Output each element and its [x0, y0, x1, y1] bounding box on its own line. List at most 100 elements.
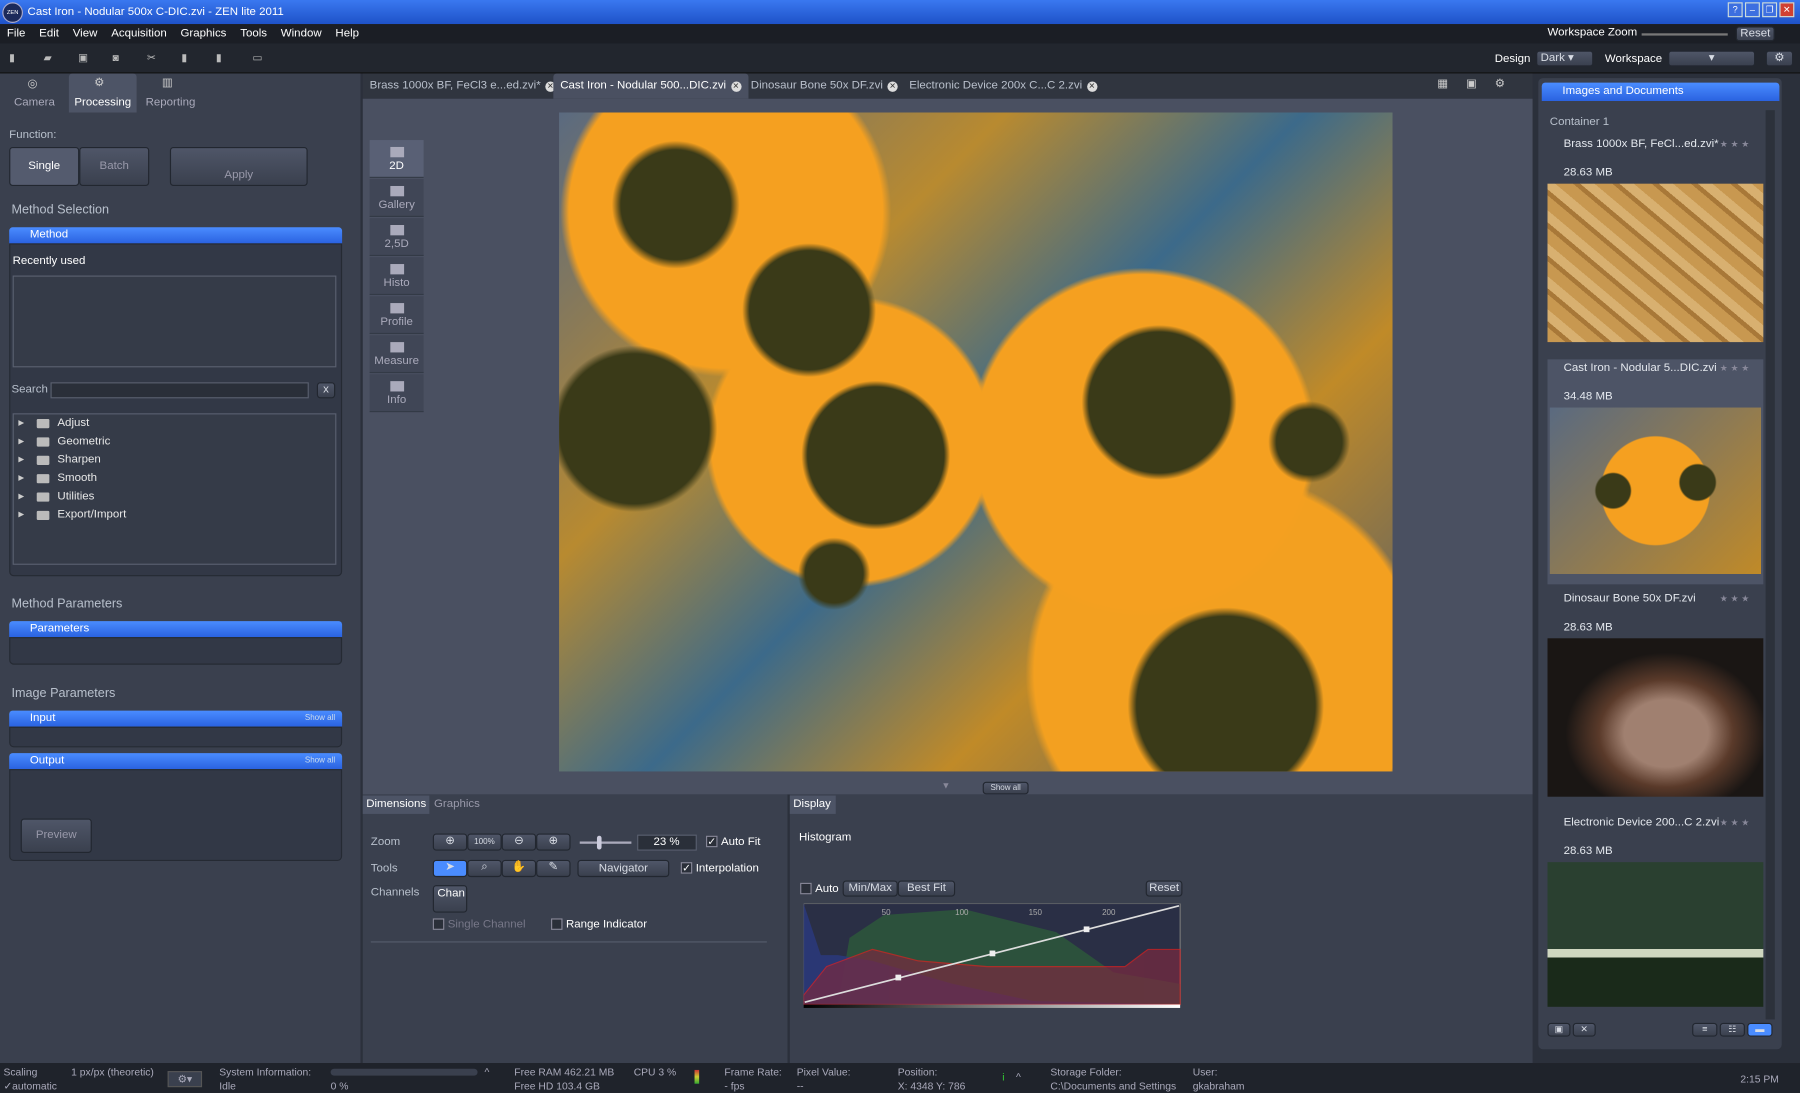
menu-graphics[interactable]: Graphics: [174, 24, 234, 44]
menu-window[interactable]: Window: [274, 24, 329, 44]
output-header[interactable]: Output Show all: [9, 753, 343, 770]
copy-icon[interactable]: ▮: [181, 52, 192, 63]
detail-view-icon[interactable]: ☷: [1719, 1022, 1745, 1037]
workspace-reset-button[interactable]: Reset: [1735, 26, 1775, 42]
save-icon[interactable]: ▣: [78, 52, 89, 63]
tree-item-smooth[interactable]: Smooth: [14, 470, 335, 488]
document-item-dinosaur[interactable]: Dinosaur Bone 50x DF.zvi 28.63 MB: [1547, 590, 1764, 810]
collapse-arrow-icon[interactable]: ▼: [941, 781, 950, 791]
tab-graphics[interactable]: Graphics: [434, 796, 480, 814]
menu-file[interactable]: File: [0, 24, 32, 44]
close-tab-icon[interactable]: ✕: [730, 81, 742, 92]
rating-stars[interactable]: ★ ★ ★: [1720, 817, 1750, 827]
tab-dimensions[interactable]: Dimensions: [362, 795, 430, 814]
automatic-checkbox[interactable]: ✓ automatic: [3, 1080, 56, 1093]
histogram-reset-button[interactable]: Reset: [1145, 880, 1183, 897]
apply-button[interactable]: Apply: [169, 146, 308, 186]
menu-help[interactable]: Help: [329, 24, 366, 44]
expand-icon[interactable]: ^: [484, 1066, 489, 1077]
right-scrollbar[interactable]: [1765, 110, 1775, 1020]
batch-button[interactable]: Batch: [79, 146, 150, 186]
minimize-button[interactable]: –: [1744, 2, 1760, 18]
minmax-button[interactable]: Min/Max: [842, 880, 898, 897]
document-item-cast-iron[interactable]: Cast Iron - Nodular 5...DIC.zvi 34.48 MB: [1547, 359, 1764, 585]
view-histo[interactable]: Histo: [369, 257, 424, 296]
zoom-out-icon[interactable]: ⊖: [501, 833, 537, 851]
open-icon[interactable]: ▰: [44, 52, 55, 63]
close-tab-icon[interactable]: ✕: [887, 81, 898, 92]
pan-hand-icon[interactable]: ✋: [501, 859, 537, 878]
close-tab-icon[interactable]: ✕: [1086, 81, 1098, 92]
parameters-header[interactable]: Parameters: [9, 621, 343, 638]
menu-acquisition[interactable]: Acquisition: [104, 24, 173, 44]
pointer-tool-icon[interactable]: ➤: [432, 859, 468, 878]
zoom-slider-handle[interactable]: [596, 835, 602, 850]
workspace-zoom-slider[interactable]: [1641, 33, 1728, 36]
search-input[interactable]: [50, 382, 309, 399]
grid-view-icon[interactable]: ▦: [1437, 78, 1448, 91]
doc-tab-electronic[interactable]: Electronic Device 200x C...C 2.zvi ✕: [902, 73, 1104, 98]
view-25d[interactable]: 2,5D: [369, 218, 424, 257]
thumbnail-view-icon[interactable]: ▬: [1747, 1022, 1773, 1037]
preview-button[interactable]: Preview: [20, 818, 92, 853]
recently-used-list[interactable]: [12, 275, 337, 368]
interpolation-checkbox[interactable]: ✓ Interpolation: [680, 862, 759, 875]
input-header[interactable]: Input Show all: [9, 710, 343, 727]
zoom-100-button[interactable]: 100%: [467, 833, 502, 851]
document-item-electronic[interactable]: Electronic Device 200...C 2.zvi 28.63 MB: [1547, 814, 1764, 1023]
curve-handle[interactable]: [895, 974, 902, 981]
settings-gear-icon[interactable]: ⚙: [1765, 50, 1794, 67]
view-measure[interactable]: Measure: [369, 335, 424, 374]
view-info[interactable]: Info: [369, 374, 424, 413]
doc-tab-cast-iron[interactable]: Cast Iron - Nodular 500...DIC.zvi ✕: [553, 73, 748, 99]
tree-item-adjust[interactable]: Adjust: [14, 414, 335, 432]
auto-checkbox[interactable]: Auto: [800, 883, 839, 895]
curve-handle[interactable]: [989, 950, 996, 957]
split-view-icon[interactable]: ▣: [1466, 78, 1477, 91]
best-fit-button[interactable]: Best Fit: [897, 880, 956, 897]
cast-iron-image[interactable]: [559, 112, 1393, 772]
cut-icon[interactable]: ✂: [147, 52, 158, 63]
save-doc-icon[interactable]: ▣: [1547, 1022, 1571, 1037]
document-item-brass[interactable]: Brass 1000x BF, FeCl...ed.zvi* 28.63 MB: [1547, 135, 1764, 355]
single-channel-checkbox[interactable]: Single Channel: [432, 918, 526, 931]
zoom-in-icon[interactable]: ⊕: [536, 833, 571, 851]
zoom-rect-tool-icon[interactable]: ⌕: [467, 859, 502, 878]
help-button[interactable]: ?: [1727, 2, 1743, 18]
list-view-icon[interactable]: ≡: [1692, 1022, 1718, 1037]
tree-item-utilities[interactable]: Utilities: [14, 488, 335, 506]
clear-search-button[interactable]: x: [316, 382, 336, 399]
navigator-button[interactable]: Navigator: [577, 859, 670, 878]
tree-item-sharpen[interactable]: Sharpen: [14, 451, 335, 469]
view-2d[interactable]: 2D: [369, 140, 424, 178]
gear-icon[interactable]: ⚙: [1495, 78, 1505, 91]
paste-icon[interactable]: ▮: [216, 52, 227, 63]
input-show-all[interactable]: Show all: [305, 711, 335, 727]
channel-button[interactable]: Chan: [432, 885, 468, 913]
doc-tab-dinosaur[interactable]: Dinosaur Bone 50x DF.zvi ✕: [744, 73, 905, 98]
view-profile[interactable]: Profile: [369, 296, 424, 335]
eyedropper-icon[interactable]: ✎: [536, 859, 571, 878]
fit-zoom-button[interactable]: ⊕: [432, 833, 468, 851]
menu-view[interactable]: View: [66, 24, 104, 44]
range-indicator-checkbox[interactable]: Range Indicator: [551, 918, 647, 931]
scaling-gear-icon[interactable]: ⚙▾: [167, 1071, 203, 1088]
single-button[interactable]: Single: [9, 146, 80, 186]
zoom-value-input[interactable]: 23 %: [637, 834, 697, 851]
auto-fit-checkbox[interactable]: ✓ Auto Fit: [706, 836, 761, 848]
method-header[interactable]: Method: [9, 227, 343, 244]
tab-display[interactable]: Display: [789, 795, 836, 814]
view-gallery[interactable]: Gallery: [369, 179, 424, 217]
new-icon[interactable]: ▮: [9, 52, 20, 63]
print-preview-icon[interactable]: ◙: [113, 52, 124, 63]
show-all-button[interactable]: Show all: [982, 781, 1029, 795]
rating-stars[interactable]: ★ ★ ★: [1720, 139, 1750, 149]
design-select[interactable]: Dark ▾: [1536, 50, 1594, 67]
close-button[interactable]: ✕: [1779, 2, 1795, 18]
workspace-select[interactable]: ▾: [1668, 50, 1756, 67]
expand-icon[interactable]: ^: [1016, 1071, 1021, 1082]
tree-item-geometric[interactable]: Geometric: [14, 433, 335, 451]
tree-item-export-import[interactable]: Export/Import: [14, 506, 335, 524]
ruler-icon[interactable]: ▭: [253, 52, 264, 63]
rating-stars[interactable]: ★ ★ ★: [1720, 594, 1750, 604]
